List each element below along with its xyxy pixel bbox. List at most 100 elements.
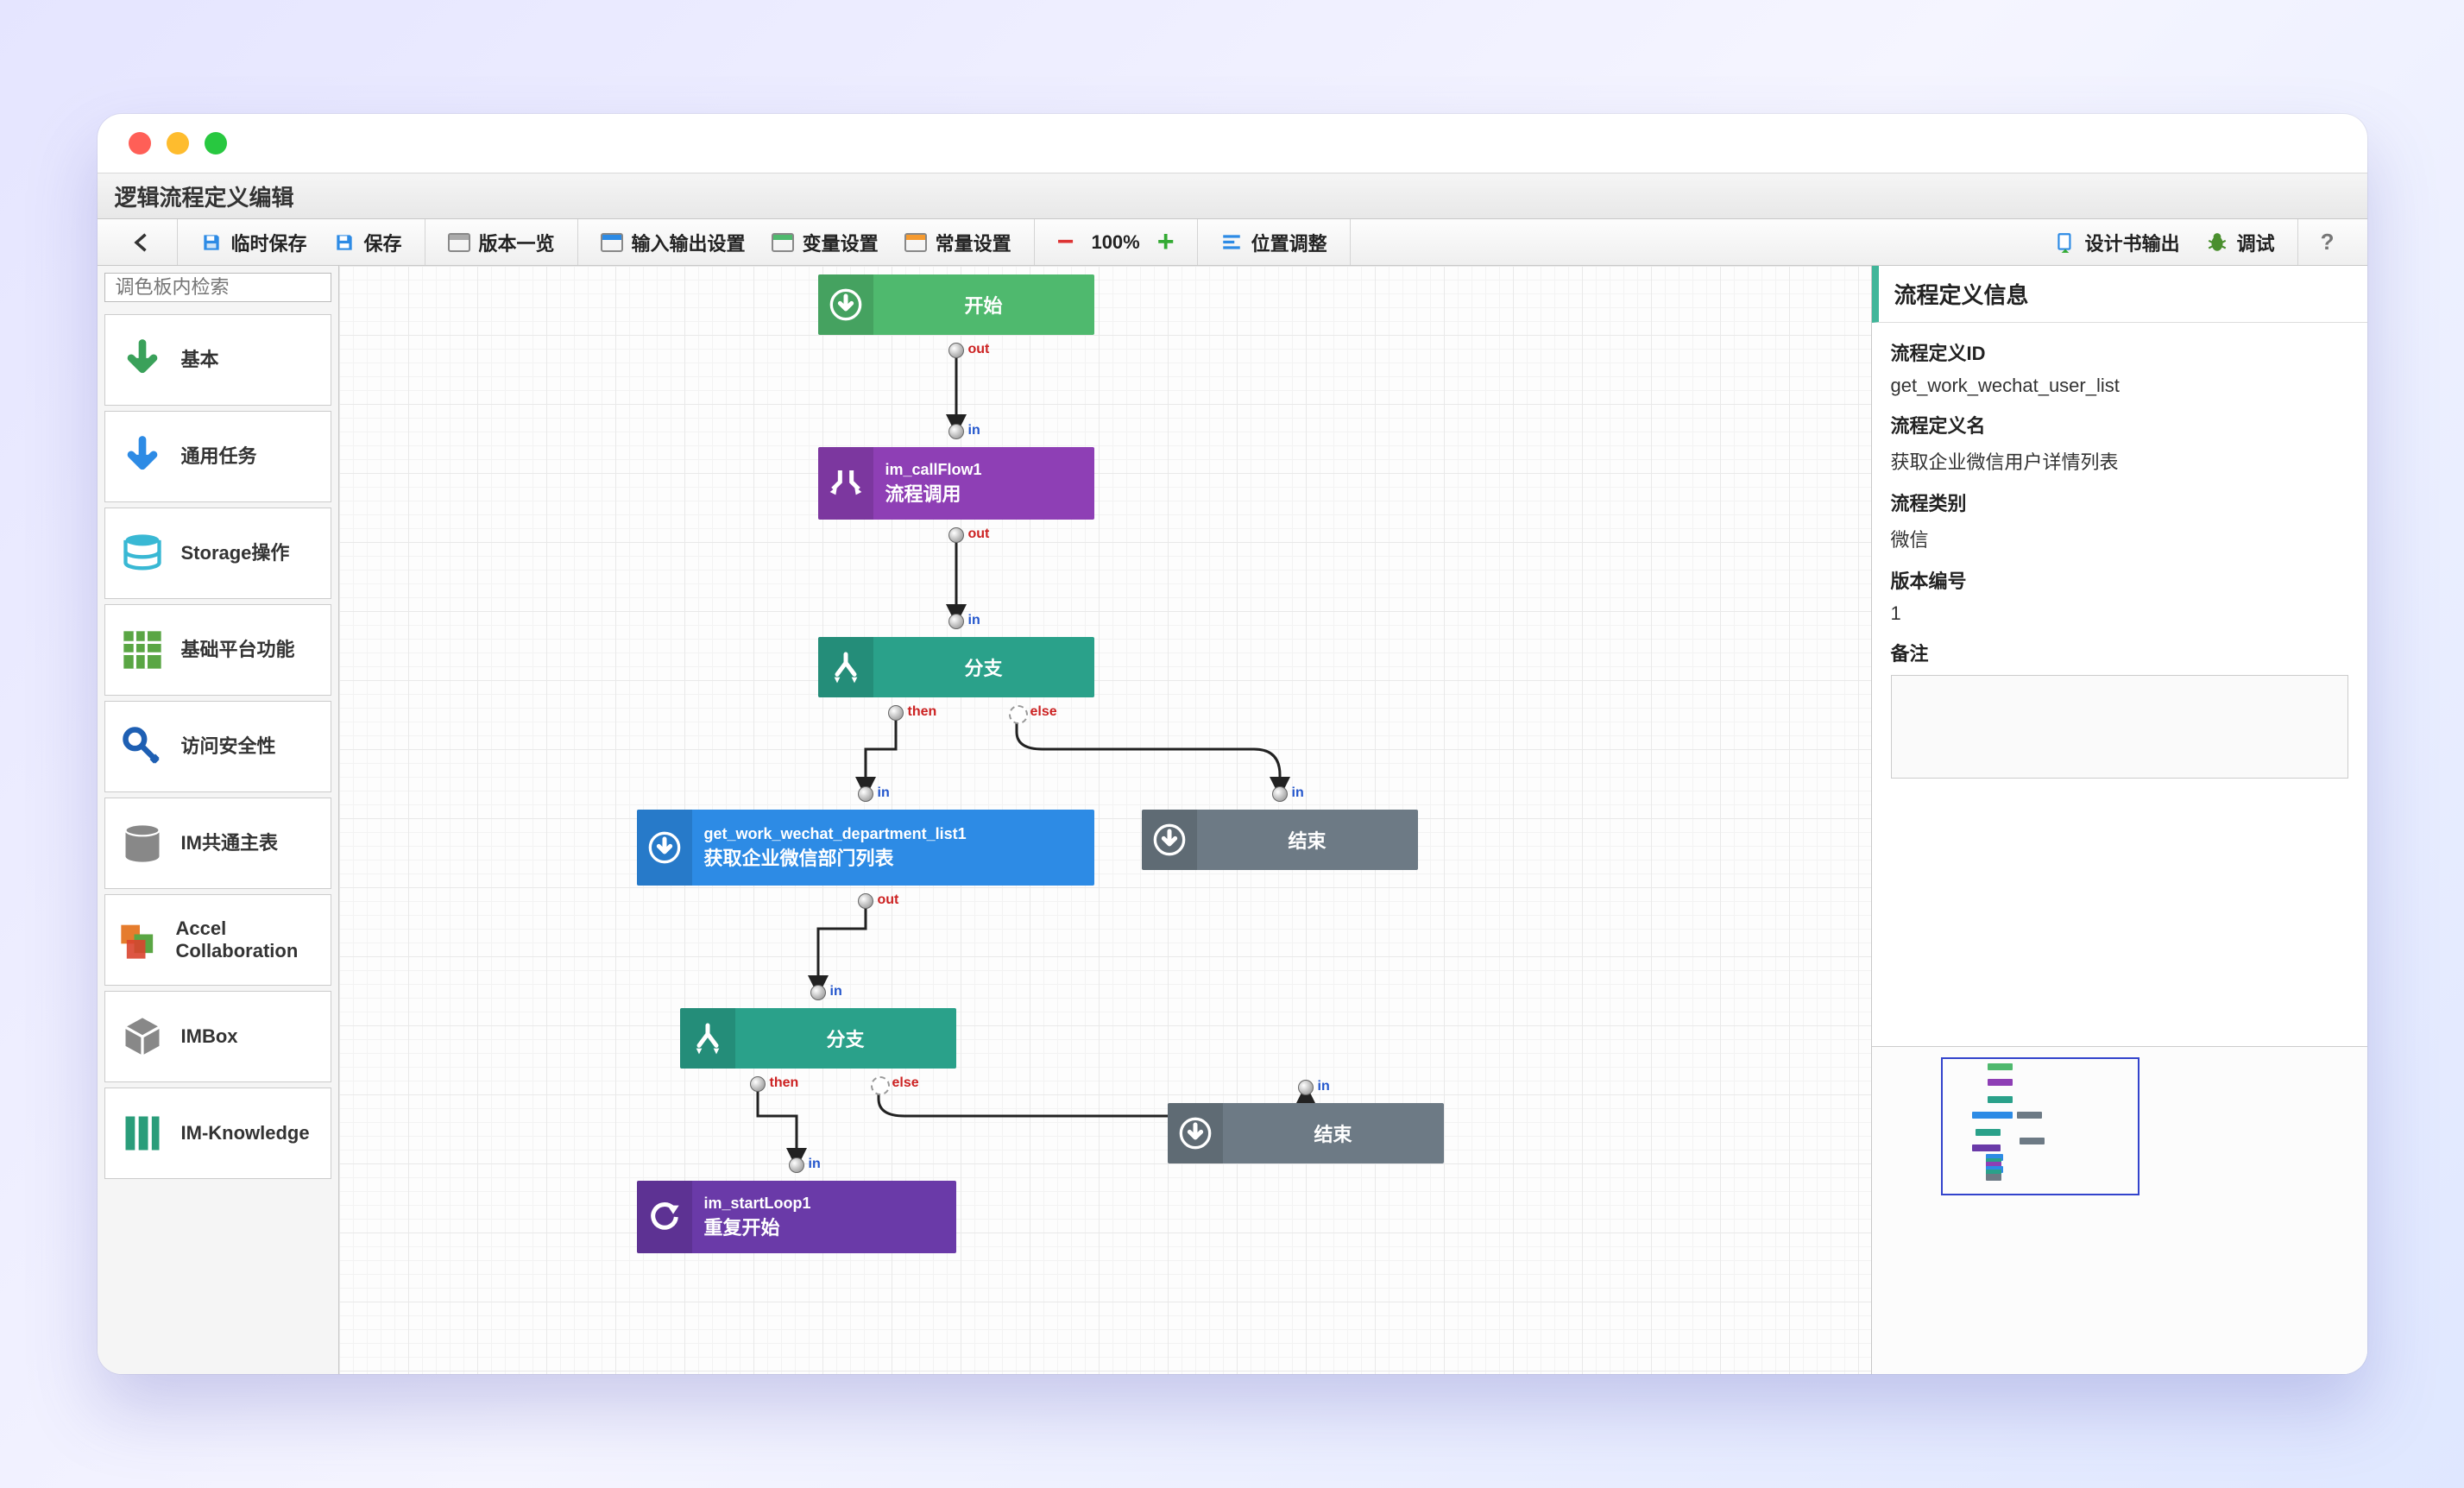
node-icon: [1142, 810, 1197, 870]
port-label: in: [830, 984, 842, 999]
palette-item-4[interactable]: 访问安全性: [104, 701, 331, 792]
window-titlebar: [98, 114, 2367, 173]
port-dot[interactable]: [871, 1076, 890, 1095]
flow-node-end1[interactable]: 结束: [1142, 810, 1418, 870]
minimap-node: [2017, 1112, 2042, 1119]
flow-node-loop[interactable]: im_startLoop1 重复开始: [637, 1181, 956, 1253]
temp-save-icon: [200, 231, 223, 254]
minimap[interactable]: [1872, 1046, 2367, 1374]
flow-category-value: 微信: [1891, 525, 2348, 552]
palette-search-input[interactable]: [104, 273, 331, 302]
design-export-button[interactable]: 设计书输出: [2045, 224, 2189, 262]
node-icon: [818, 637, 873, 697]
palette-item-label: 基础平台功能: [181, 639, 295, 661]
io-settings-button[interactable]: 输入输出设置: [592, 224, 754, 262]
flow-node-getdept[interactable]: get_work_wechat_department_list1 获取企业微信部…: [637, 810, 1094, 886]
window-close-dot[interactable]: [129, 132, 151, 154]
var-settings-button[interactable]: 变量设置: [763, 224, 887, 262]
port-dot[interactable]: [1298, 1080, 1314, 1095]
key-icon: [117, 722, 167, 772]
port-dot[interactable]: [810, 985, 826, 1000]
back-button[interactable]: [122, 225, 163, 260]
port-dot[interactable]: [1009, 705, 1028, 724]
zoom-in-icon: +: [1157, 225, 1175, 259]
version-list-button[interactable]: 版本一览: [439, 224, 564, 262]
flow-node-start[interactable]: 开始: [818, 274, 1094, 335]
window-zoom-dot[interactable]: [205, 132, 227, 154]
palette-item-6[interactable]: Accel Collaboration: [104, 894, 331, 986]
flow-name-value: 获取企业微信用户详情列表: [1891, 447, 2348, 475]
palette-item-label: 访问安全性: [181, 735, 276, 758]
flow-version-label: 版本编号: [1891, 566, 2348, 594]
zoom-in-button[interactable]: +: [1149, 220, 1183, 264]
debug-button[interactable]: 调试: [2197, 224, 2284, 262]
node-title: 流程调用: [885, 479, 1082, 507]
window-minimize-dot[interactable]: [167, 132, 189, 154]
palette-item-3[interactable]: 基础平台功能: [104, 604, 331, 696]
port-label: then: [770, 1075, 799, 1091]
port-dot[interactable]: [888, 705, 904, 721]
minimap-node: [1988, 1079, 2013, 1086]
flow-remark-label: 备注: [1891, 639, 2348, 666]
export-icon: [2054, 231, 2076, 254]
minimap-viewport[interactable]: [1941, 1057, 2139, 1195]
port-dot[interactable]: [948, 424, 964, 439]
minimap-node: [1988, 1063, 2013, 1070]
port-label: out: [878, 892, 899, 908]
flow-node-call1[interactable]: im_callFlow1 流程调用: [818, 447, 1094, 520]
palette-item-1[interactable]: 通用任务: [104, 411, 331, 502]
port-dot[interactable]: [948, 527, 964, 543]
arrow-down-icon: [117, 432, 167, 482]
port-dot[interactable]: [1272, 786, 1288, 802]
zoom-value: 100%: [1091, 231, 1139, 254]
storage-icon: [117, 528, 167, 578]
position-adjust-button[interactable]: 位置调整: [1212, 224, 1336, 262]
node-title: 获取企业微信部门列表: [704, 843, 1082, 871]
temp-save-button[interactable]: 临时保存: [192, 224, 316, 262]
node-icon: [680, 1008, 735, 1069]
zoom-out-button[interactable]: −: [1049, 220, 1083, 264]
palette-item-5[interactable]: IM共通主表: [104, 798, 331, 889]
port-dot[interactable]: [750, 1076, 766, 1092]
flow-version-value: 1: [1891, 602, 2348, 625]
port-dot[interactable]: [858, 893, 873, 909]
const-settings-icon: [904, 233, 927, 252]
position-adjust-label: 位置调整: [1251, 229, 1327, 256]
flow-node-branch1[interactable]: 分支: [818, 637, 1094, 697]
bug-icon: [2206, 231, 2228, 254]
minimap-node: [1988, 1096, 2013, 1103]
books-icon: [117, 1108, 167, 1158]
io-settings-label: 输入输出设置: [632, 229, 746, 256]
port-label: in: [968, 613, 980, 628]
save-icon: [333, 231, 356, 254]
flow-canvas[interactable]: 开始 im_callFlow1 流程调用 分支 get_work_wechat_…: [339, 266, 1871, 1374]
port-dot[interactable]: [948, 343, 964, 358]
minimap-node: [1972, 1144, 2001, 1151]
palette-item-label: IM-Knowledge: [181, 1122, 310, 1144]
save-button[interactable]: 保存: [325, 224, 411, 262]
flow-remark-textarea[interactable]: [1891, 675, 2348, 779]
node-title: 重复开始: [704, 1213, 944, 1240]
palette-item-8[interactable]: IM-Knowledge: [104, 1088, 331, 1179]
database-icon: [117, 818, 167, 868]
port-dot[interactable]: [858, 786, 873, 802]
const-settings-button[interactable]: 常量设置: [896, 224, 1020, 262]
palette-item-0[interactable]: 基本: [104, 314, 331, 406]
palette-item-7[interactable]: IMBox: [104, 991, 331, 1082]
port-label: else: [1030, 704, 1057, 720]
io-settings-icon: [601, 233, 623, 252]
page-title: 逻辑流程定义编辑: [115, 180, 294, 212]
flow-name-label: 流程定义名: [1891, 411, 2348, 438]
flow-node-end2[interactable]: 结束: [1168, 1103, 1444, 1163]
palette-item-label: IMBox: [181, 1025, 238, 1048]
palette-item-2[interactable]: Storage操作: [104, 508, 331, 599]
flow-node-branch2[interactable]: 分支: [680, 1008, 956, 1069]
help-button[interactable]: ?: [2312, 224, 2343, 261]
minimap-node: [2020, 1138, 2045, 1144]
var-settings-icon: [772, 233, 794, 252]
align-icon: [1220, 231, 1243, 254]
version-list-icon: [448, 233, 470, 252]
port-label: then: [908, 704, 937, 720]
port-dot[interactable]: [948, 614, 964, 629]
port-dot[interactable]: [789, 1157, 804, 1173]
